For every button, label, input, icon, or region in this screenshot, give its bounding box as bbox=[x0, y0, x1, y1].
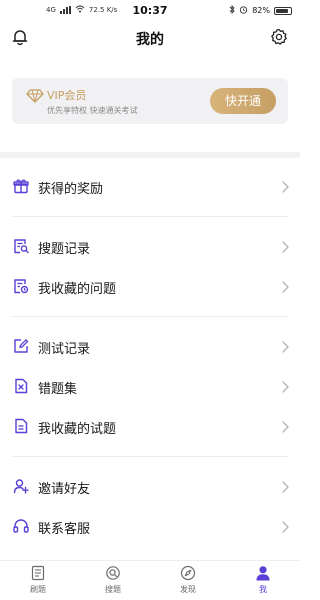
menu-label: 错题集 bbox=[38, 382, 78, 397]
menu-label: 我收藏的试题 bbox=[38, 422, 117, 437]
diamond-icon bbox=[26, 89, 44, 103]
tab-label: 刷题 bbox=[30, 585, 46, 594]
page-title: 我的 bbox=[136, 32, 164, 48]
header: 我的 bbox=[0, 22, 300, 54]
menu-item-test-record[interactable]: 测试记录 bbox=[0, 327, 300, 367]
headset-icon bbox=[13, 519, 29, 533]
tab-label: 搜题 bbox=[105, 585, 121, 594]
menu-item-wrong-questions[interactable]: 错题集 bbox=[0, 367, 300, 407]
tab-search[interactable]: 搜题 bbox=[88, 565, 138, 599]
search-record-icon bbox=[14, 239, 29, 254]
bottom-tab-bar: 刷题 搜题 发现 我 bbox=[0, 560, 300, 600]
vip-title: VIP会员 bbox=[47, 89, 87, 102]
chevron-right-icon bbox=[282, 421, 289, 433]
group-divider bbox=[12, 456, 288, 457]
menu-item-rewards[interactable]: 获得的奖励 bbox=[0, 167, 300, 207]
menu-label: 测试记录 bbox=[38, 342, 91, 357]
chevron-right-icon bbox=[282, 381, 289, 393]
battery-icon bbox=[274, 6, 292, 15]
vip-subtitle: 优先享特权 快速通关考试 bbox=[47, 106, 138, 115]
chevron-right-icon bbox=[282, 481, 289, 493]
battery-percent: 82% bbox=[252, 6, 270, 15]
tab-discover[interactable]: 发现 bbox=[163, 565, 213, 599]
compass-icon bbox=[180, 565, 196, 581]
bluetooth-icon bbox=[229, 4, 235, 16]
group-divider bbox=[12, 216, 288, 217]
menu-item-search-record[interactable]: 搜题记录 bbox=[0, 227, 300, 267]
menu-label: 我收藏的问题 bbox=[38, 282, 117, 297]
menu-item-customer-service[interactable]: 联系客服 bbox=[0, 507, 300, 547]
tab-label: 发现 bbox=[180, 585, 196, 594]
tab-practice[interactable]: 刷题 bbox=[13, 565, 63, 599]
menu-item-collected-tests[interactable]: 我收藏的试题 bbox=[0, 407, 300, 447]
tab-label: 我 bbox=[259, 585, 267, 594]
section-divider bbox=[0, 152, 300, 158]
chevron-right-icon bbox=[282, 241, 289, 253]
collected-questions-icon bbox=[14, 279, 29, 294]
menu-label: 搜题记录 bbox=[38, 242, 91, 257]
menu-item-collected-questions[interactable]: 我收藏的问题 bbox=[0, 267, 300, 307]
status-bar: 4G 72.5 K/s 10:37 82% bbox=[0, 0, 300, 22]
wrong-questions-icon bbox=[15, 378, 28, 394]
chevron-right-icon bbox=[282, 181, 289, 193]
vip-card[interactable]: VIP会员 优先享特权 快速通关考试 快开通 bbox=[12, 78, 288, 124]
chevron-right-icon bbox=[282, 341, 289, 353]
open-vip-button[interactable]: 快开通 bbox=[210, 88, 276, 114]
group-divider bbox=[12, 316, 288, 317]
invite-friends-icon bbox=[13, 479, 29, 494]
status-right: 82% bbox=[229, 4, 292, 16]
gear-icon[interactable] bbox=[270, 28, 288, 46]
menu-item-invite-friends[interactable]: 邀请好友 bbox=[0, 467, 300, 507]
chevron-right-icon bbox=[282, 281, 289, 293]
alarm-icon bbox=[239, 5, 248, 16]
menu-label: 联系客服 bbox=[38, 522, 91, 537]
chevron-right-icon bbox=[282, 521, 289, 533]
tab-me[interactable]: 我 bbox=[238, 565, 288, 599]
menu-label: 获得的奖励 bbox=[38, 182, 104, 197]
menu-label: 邀请好友 bbox=[38, 482, 91, 497]
practice-icon bbox=[31, 565, 45, 581]
edit-icon bbox=[14, 339, 29, 353]
person-icon bbox=[256, 566, 270, 581]
search-tab-icon bbox=[106, 566, 120, 580]
gift-icon bbox=[13, 179, 29, 194]
collected-tests-icon bbox=[15, 418, 28, 434]
